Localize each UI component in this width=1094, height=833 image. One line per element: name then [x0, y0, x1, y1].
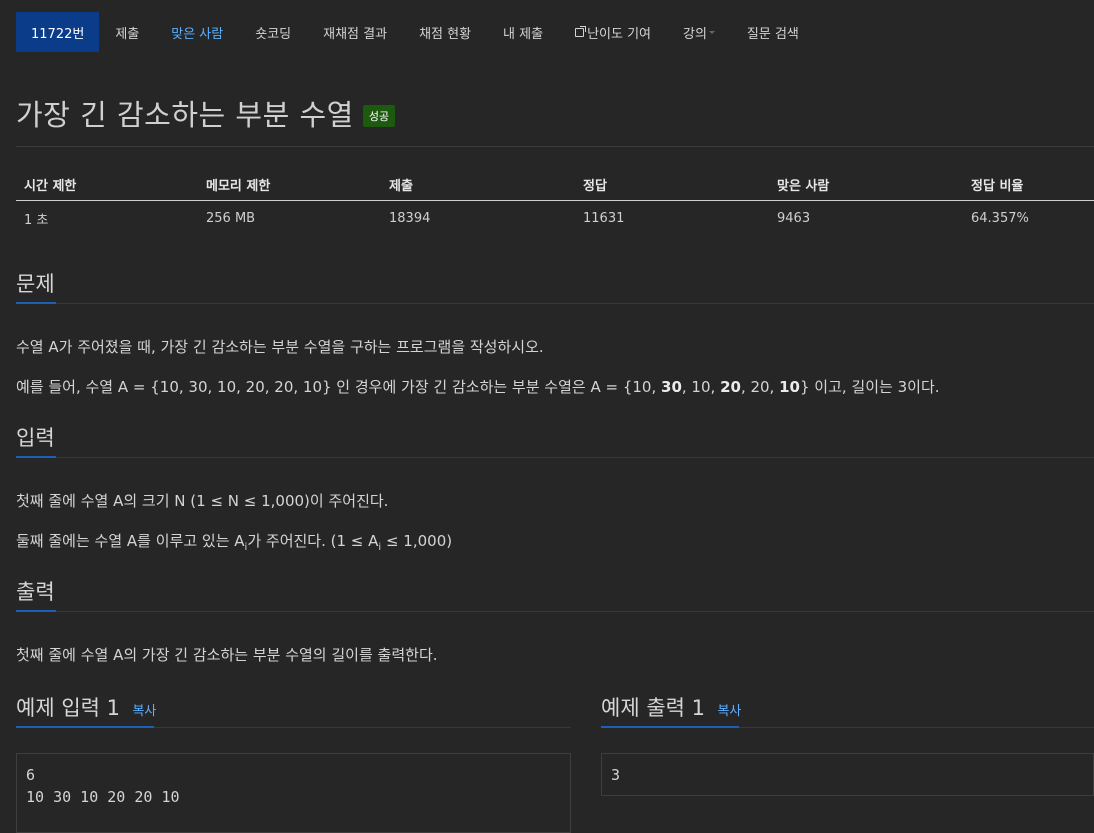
memory-limit-value: 256 MB: [206, 210, 256, 226]
nav-submit[interactable]: 제출: [99, 12, 155, 52]
nav-lectures[interactable]: 강의: [667, 12, 731, 52]
output-title: 출력: [16, 580, 55, 604]
table-header-row: 시간 제한 메모리 제한 제출 정답 맞은 사람 정답 비율: [16, 168, 1094, 201]
input-paragraph-2: 둘째 줄에는 수열 A를 이루고 있는 Ai가 주어진다. (1 ≤ Ai ≤ …: [16, 532, 453, 553]
caret-down-icon: [708, 30, 715, 34]
sample-input-box[interactable]: 6 10 30 10 20 20 10: [16, 753, 571, 833]
problem-title-row: 가장 긴 감소하는 부분 수열 성공: [16, 92, 396, 134]
sample-output-copy-button[interactable]: 복사: [717, 704, 741, 719]
nav-difficulty-contribution[interactable]: 난이도 기여: [559, 12, 667, 52]
sample-output-box[interactable]: 3: [601, 753, 1094, 796]
status-badge: 성공: [362, 105, 396, 127]
input-paragraph-1: 첫째 줄에 수열 A의 크기 N (1 ≤ N ≤ 1,000)이 주어진다.: [16, 492, 389, 510]
sample-output-head: 예제 출력 1 복사: [601, 692, 1094, 728]
sample-output-title: 예제 출력 1: [601, 696, 705, 720]
accept-ratio-value: 64.357%: [971, 210, 1029, 226]
accepted-value: 11631: [583, 210, 625, 226]
problem-info-table: 시간 제한 메모리 제한 제출 정답 맞은 사람 정답 비율 1 초 256 M…: [16, 168, 1094, 235]
solved-users-value: 9463: [777, 210, 811, 226]
time-limit-value: 1 초: [24, 212, 49, 228]
nav-lectures-label: 강의: [683, 26, 707, 42]
header-time-limit: 시간 제한: [16, 168, 198, 201]
header-submissions: 제출: [381, 168, 575, 201]
description-paragraph-2: 예를 들어, 수열 A = {10, 30, 10, 20, 20, 10} 인…: [16, 378, 940, 396]
description-title: 문제: [16, 272, 55, 296]
output-paragraph-1: 첫째 줄에 수열 A의 가장 긴 감소하는 부분 수열의 길이를 출력한다.: [16, 646, 438, 664]
external-link-icon: [575, 25, 587, 37]
output-section-head: 출력: [16, 576, 1094, 612]
description-paragraph-1: 수열 A가 주어졌을 때, 가장 긴 감소하는 부분 수열을 구하는 프로그램을…: [16, 338, 544, 356]
sample-input-head: 예제 입력 1 복사: [16, 692, 571, 728]
input-title: 입력: [16, 426, 55, 450]
nav-short-coding[interactable]: 숏코딩: [239, 12, 307, 52]
nav-my-submissions[interactable]: 내 제출: [487, 12, 559, 52]
nav-judge-status[interactable]: 채점 현황: [403, 12, 487, 52]
input-section-head: 입력: [16, 422, 1094, 458]
header-accept-ratio: 정답 비율: [963, 168, 1094, 201]
table-row: 1 초 256 MB 18394 11631 9463 64.357%: [16, 201, 1094, 236]
sample-input-title: 예제 입력 1: [16, 696, 120, 720]
header-solved-users: 맞은 사람: [769, 168, 963, 201]
nav-problem-number[interactable]: 11722번: [16, 12, 100, 52]
header-accepted: 정답: [575, 168, 769, 201]
sample-input-copy-button[interactable]: 복사: [132, 704, 156, 719]
nav-question-search[interactable]: 질문 검색: [731, 12, 815, 52]
nav-solved-users[interactable]: 맞은 사람: [155, 12, 239, 52]
problem-nav: 11722번 제출 맞은 사람 숏코딩 재채점 결과 채점 현황 내 제출 난이…: [16, 12, 815, 52]
nav-difficulty-label: 난이도 기여: [587, 26, 651, 42]
nav-rejudge-results[interactable]: 재채점 결과: [307, 12, 403, 52]
submissions-value: 18394: [389, 210, 431, 226]
header-memory-limit: 메모리 제한: [198, 168, 381, 201]
title-divider: [16, 146, 1094, 147]
problem-title: 가장 긴 감소하는 부분 수열: [16, 98, 354, 132]
description-section-head: 문제: [16, 268, 1094, 304]
